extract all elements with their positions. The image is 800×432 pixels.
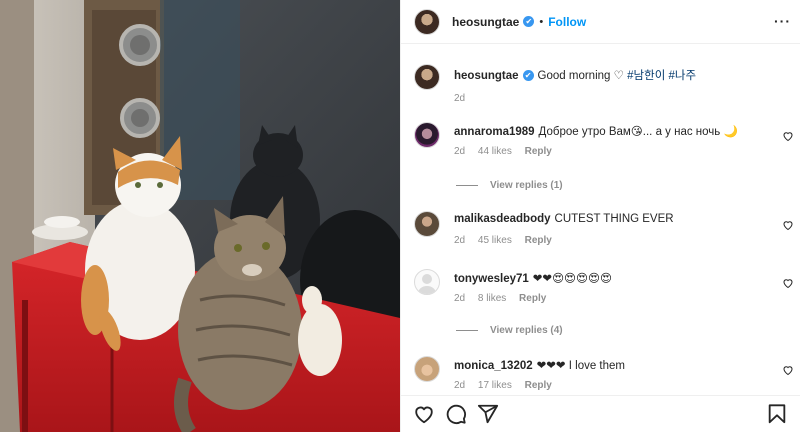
comment-timestamp: 2d [454,293,466,304]
comment-likes[interactable]: 45 likes [478,235,512,246]
comment-text-line: malikasdeadbody CUTEST THING EVER [454,213,674,225]
heart-icon[interactable] [413,403,435,425]
verified-badge-icon: ✔ [523,16,535,27]
view-replies-label: View replies (1) [490,180,563,191]
instagram-post: heosungtae ✔ • Follow ··· heosungtae ✔ Goo… [0,0,800,432]
comment-timestamp: 2d [454,380,466,391]
share-icon[interactable] [477,403,499,425]
post-photo[interactable] [0,0,400,432]
like-comment-heart-icon[interactable] [782,130,794,142]
verified-badge-icon: ✔ [522,70,534,82]
comment-timestamp: 2d [454,235,466,246]
commenter-username[interactable]: tonywesley71 [454,273,529,285]
comment-text: ❤❤❤ I love them [536,360,625,372]
commenter-avatar[interactable] [414,211,440,237]
comments-list[interactable]: heosungtae ✔ Good morning ♡ #남한이 #나주 2d an… [401,45,800,394]
view-replies-line [456,330,478,331]
view-replies-button[interactable]: View replies (1) [456,180,563,191]
author-avatar[interactable] [414,8,440,35]
default-avatar-icon[interactable] [414,269,440,295]
comment-text: CUTEST THING EVER [554,213,674,225]
comment-likes[interactable]: 8 likes [478,293,506,304]
comment-likes[interactable]: 17 likes [478,380,512,391]
caption-text: Good morning ♡ [537,70,624,82]
caption-text-line: heosungtae ✔ Good morning ♡ #남한이 #나주 [454,67,696,83]
like-comment-heart-icon[interactable] [782,219,794,231]
like-comment-heart-icon[interactable] [782,364,794,376]
like-comment-heart-icon[interactable] [782,277,794,289]
post-action-bar [401,395,800,432]
comment-timestamp: 2d [454,146,466,157]
separator-dot: • [539,15,544,28]
commenter-avatar[interactable] [414,122,440,148]
comment-meta: 2d 45 likes Reply [454,235,562,246]
hashtag-link[interactable]: #나주 [668,70,696,82]
caption-author-avatar[interactable] [414,64,440,90]
cats-photo-illustration [0,0,400,432]
post-header: heosungtae ✔ • Follow ··· [401,0,800,44]
comment-text: ❤❤😍😍😍😍😍 [532,273,613,285]
more-options-icon[interactable]: ··· [774,13,791,29]
bookmark-icon[interactable] [766,403,788,425]
hashtag-link[interactable]: #남한이 [627,70,665,82]
commenter-avatar[interactable] [414,356,440,382]
view-replies-line [456,185,478,186]
comment-text-line: tonywesley71 ❤❤😍😍😍😍😍 [454,271,612,285]
reply-button[interactable]: Reply [525,380,552,391]
reply-button[interactable]: Reply [525,146,552,157]
comment-meta: 2d 17 likes Reply [454,380,562,391]
commenter-username[interactable]: monica_13202 [454,360,533,372]
comment-meta: 2d 8 likes Reply [454,293,556,304]
caption-username[interactable]: heosungtae [454,70,519,82]
caption-timestamp: 2d [454,93,466,104]
comment-text-line: annaroma1989 Доброе утро Вам😘... а у нас … [454,124,738,138]
follow-button[interactable]: Follow [548,15,586,29]
reply-button[interactable]: Reply [525,235,552,246]
comment-text: Доброе утро Вам😘... а у нас ночь 🌙 [538,126,738,138]
reply-button[interactable]: Reply [519,293,546,304]
comment-meta: 2d 44 likes Reply [454,146,562,157]
post-side-panel: heosungtae ✔ • Follow ··· heosungtae ✔ Goo… [400,0,800,432]
commenter-username[interactable]: malikasdeadbody [454,213,551,225]
comment-likes[interactable]: 44 likes [478,146,512,157]
view-replies-label: View replies (4) [490,325,563,336]
comment-text-line: monica_13202 ❤❤❤ I love them [454,358,625,372]
view-replies-button[interactable]: View replies (4) [456,325,563,336]
author-username[interactable]: heosungtae [452,15,519,29]
comment-icon[interactable] [445,403,467,425]
commenter-username[interactable]: annaroma1989 [454,126,535,138]
